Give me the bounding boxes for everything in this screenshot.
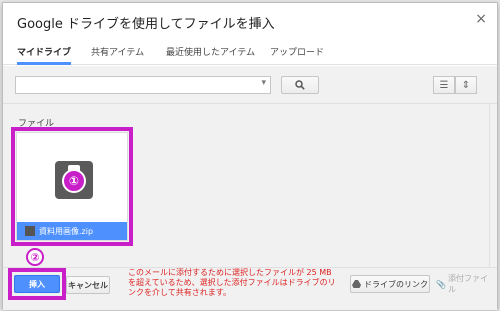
file-name: 資料用画像.zip <box>39 226 94 236</box>
search-toolbar: ▾ ☰ ⇕ <box>3 66 497 104</box>
close-icon[interactable]: × <box>475 11 487 27</box>
step-1-marker: ① <box>62 169 86 193</box>
step-2-marker: ② <box>26 248 44 266</box>
tab-upload[interactable]: アップロード <box>270 45 324 65</box>
drive-link-label: ドライブのリンク <box>364 279 428 289</box>
drive-icon <box>352 280 361 288</box>
insert-files-dialog: Google ドライブを使用してファイルを挿入 × マイドライブ 共有アイテム … <box>2 2 498 310</box>
file-label-bar: 資料用画像.zip <box>17 222 127 240</box>
insert-button[interactable]: 挿入 <box>14 275 60 293</box>
cancel-button[interactable]: キャンセル <box>66 276 110 294</box>
attachment-label: 添付ファイル <box>447 274 488 294</box>
file-item[interactable]: ① 資料用画像.zip <box>16 132 128 241</box>
tab-bar: マイドライブ 共有アイテム 最近使用したアイテム アップロード <box>3 39 497 65</box>
paperclip-icon: 📎 <box>436 279 446 289</box>
attachment-button[interactable]: 📎 添付ファイル <box>436 274 488 294</box>
tab-my-drive[interactable]: マイドライブ <box>17 45 72 65</box>
dropdown-arrow-icon[interactable]: ▾ <box>261 78 266 88</box>
drive-link-button[interactable]: ドライブのリンク <box>350 275 430 293</box>
tab-recent-items[interactable]: 最近使用したアイテム <box>166 45 255 65</box>
list-view-icon[interactable]: ☰ <box>433 76 455 94</box>
search-icon <box>295 80 305 90</box>
size-warning-text: このメールに添付するために選択したファイルが 25 MB を超えているため、選択… <box>128 268 336 297</box>
search-input[interactable]: ▾ <box>15 76 271 94</box>
scrollbar[interactable] <box>489 104 497 267</box>
sort-icon[interactable]: ⇕ <box>455 76 477 94</box>
tab-shared-items[interactable]: 共有アイテム <box>91 45 144 65</box>
zip-icon <box>25 226 35 236</box>
search-button[interactable] <box>281 76 319 94</box>
file-browser: ファイル ① 資料用画像.zip <box>3 104 497 267</box>
zip-file-icon: ① <box>55 161 93 199</box>
dialog-title: Google ドライブを使用してファイルを挿入 <box>17 17 275 32</box>
